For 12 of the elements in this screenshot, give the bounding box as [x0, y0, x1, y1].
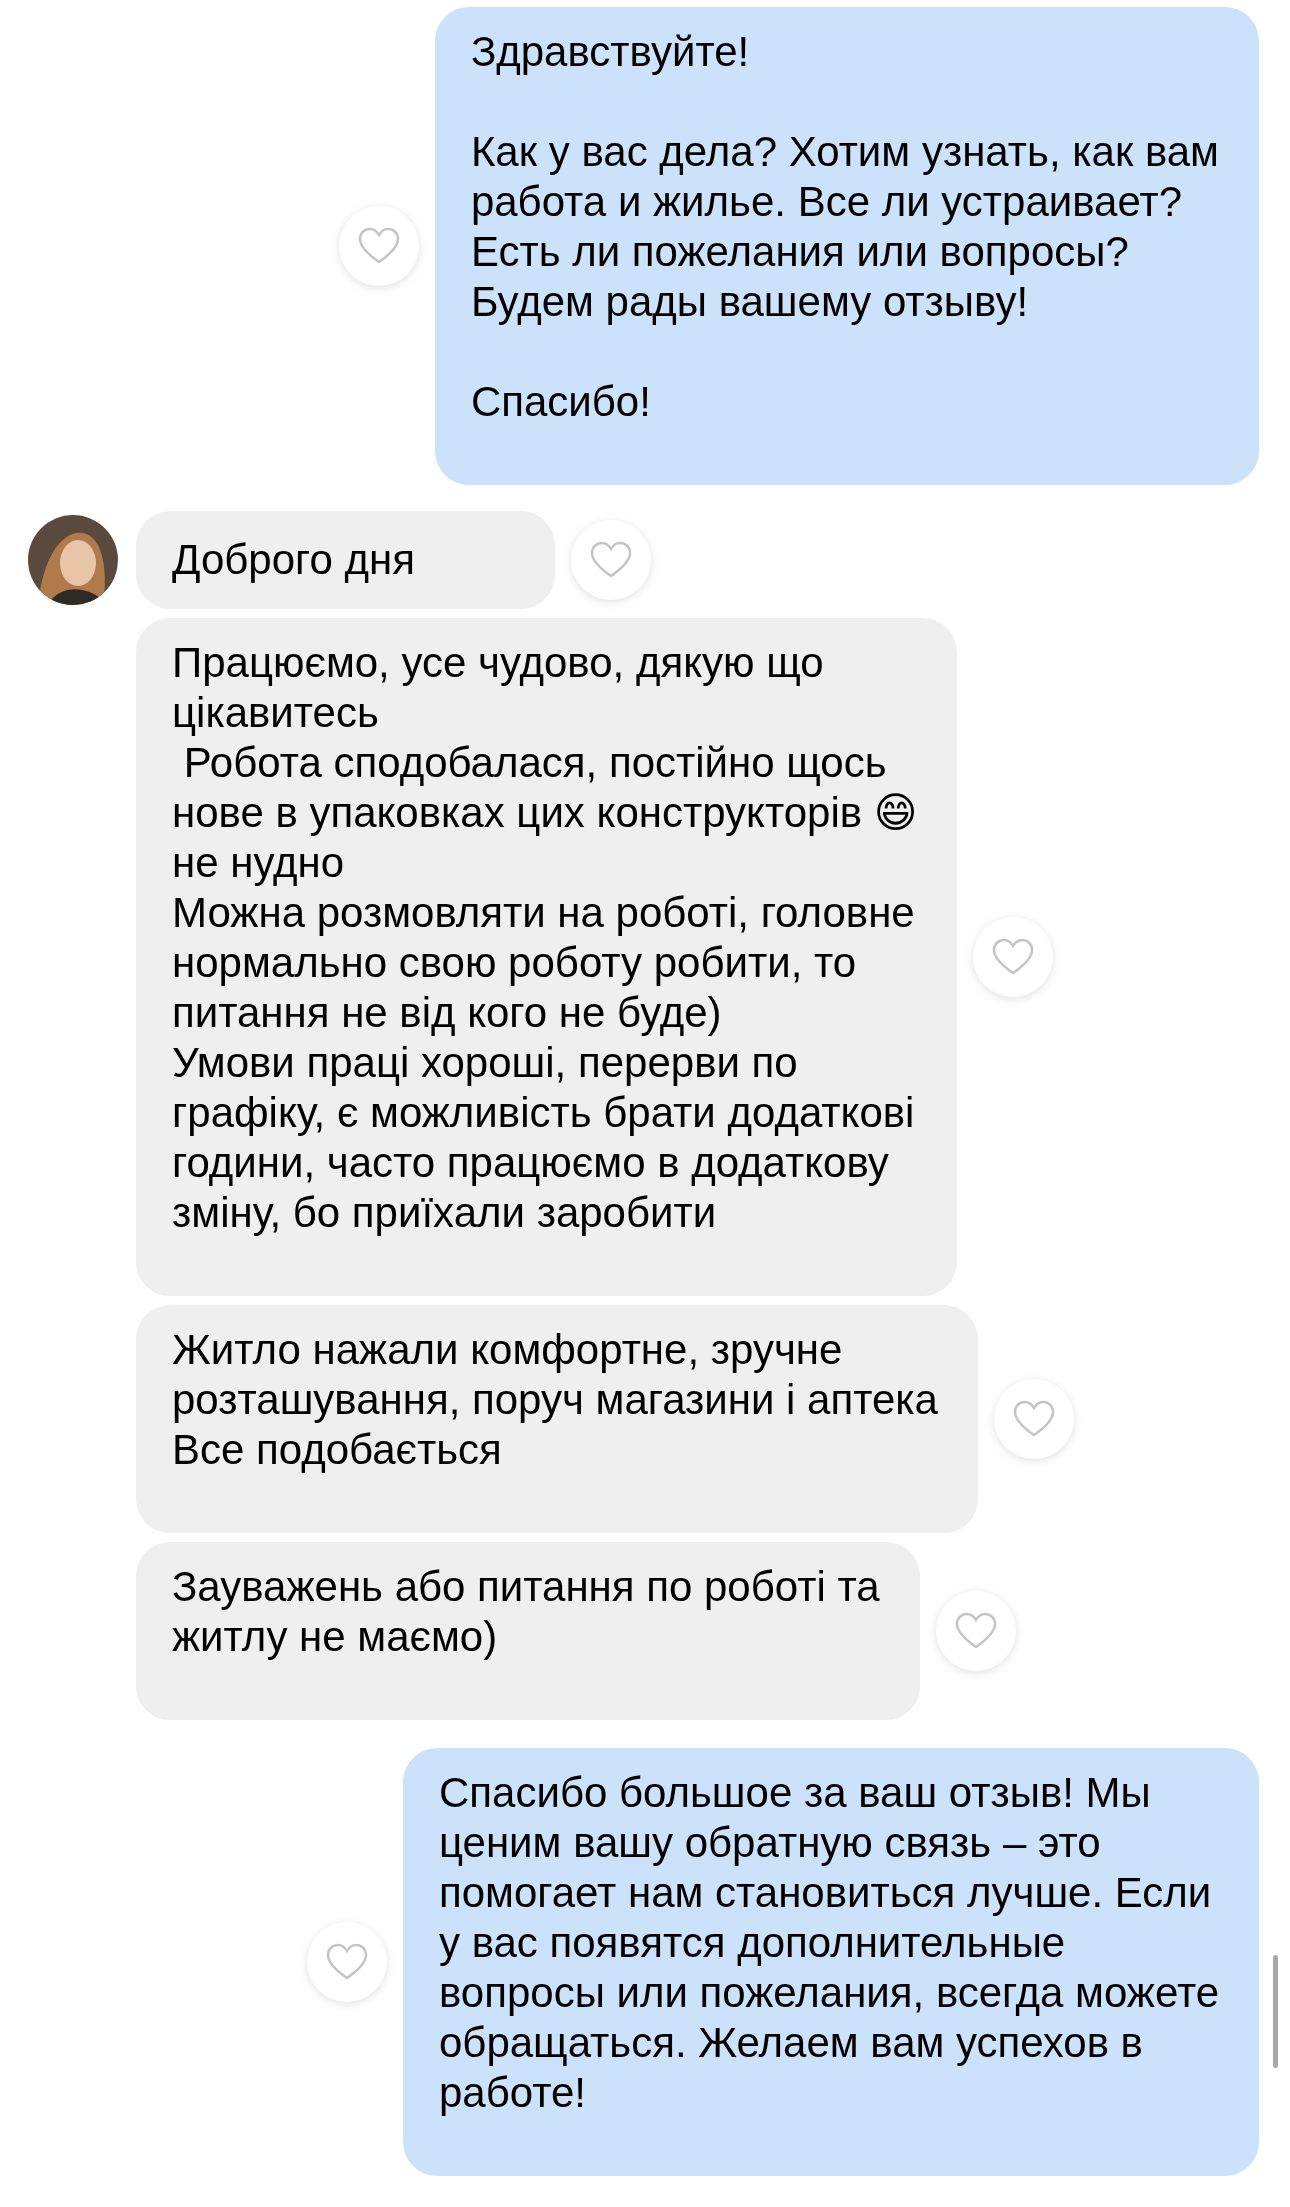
heart-icon [1012, 1400, 1055, 1438]
message-bubble: Спасибо большое за ваш отзыв! Мы ценим вашу обратную связь – это помогает нам становиться лучше. Если у вас появятся дополнительные вопросы или пожелания, всегда можете обращаться. Желаем вам успехов в работе! [403, 1748, 1259, 2176]
message-bubble: Житло нажали комфортне, зручне розташування, поруч магазини і аптека Все подобається [136, 1305, 978, 1533]
heart-icon [589, 541, 632, 579]
heart-icon [357, 227, 400, 265]
message-bubble: Зауважень або питання по роботі та житлу не маємо) [136, 1542, 920, 1720]
message-bubble: Доброго дня [136, 511, 555, 609]
heart-icon [992, 938, 1035, 976]
message-bubble: Здравствуйте! Как у вас дела? Хотим узнать, как вам работа и жилье. Все ли устраивает? Есть ли пожелания или вопросы? Будем рады вашему отзыву! Спасибо! [434, 7, 1259, 485]
heart-icon [954, 1612, 997, 1650]
message-bubble: Працюємо, усе чудово, дякую що цікавитесь Робота сподобалася, постійно щось нове в упаковках цих конструкторів 😄 не нудно Можна розмовляти на роботі, головне нормально свою роботу робити, то питання не від кого не буде) Умови праці хороші, перерви по графіку, є можливість брати додаткові години, часто працюємо в додаткову зміну, бо приїхали заробити [136, 618, 958, 1296]
heart-icon [326, 1943, 368, 1981]
